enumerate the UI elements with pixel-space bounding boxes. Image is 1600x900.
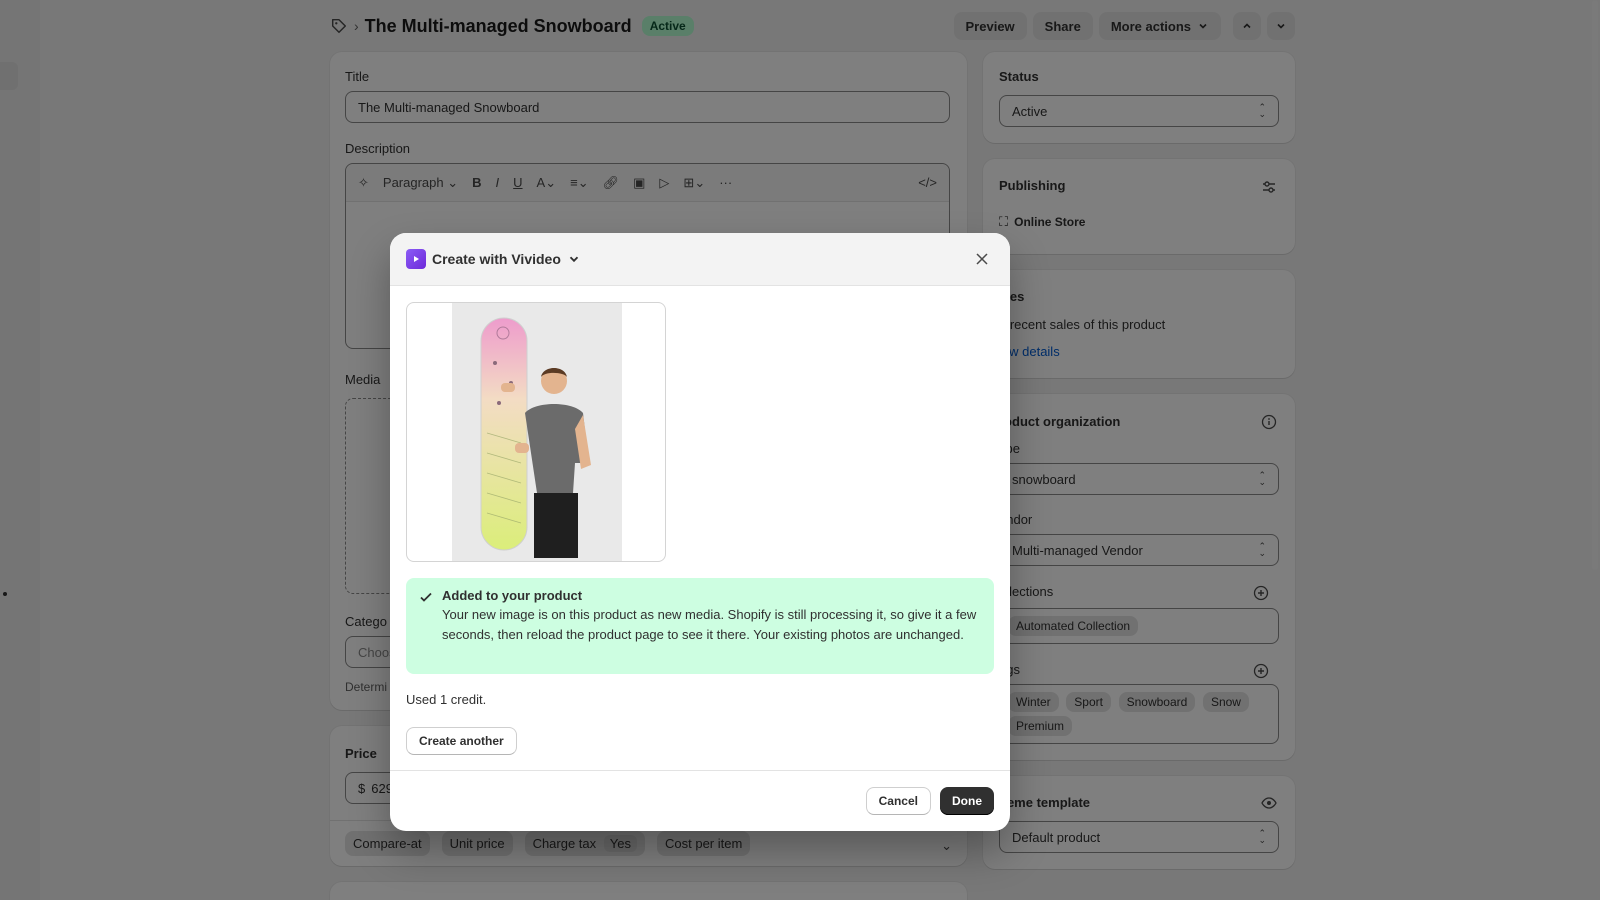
create-another-button[interactable]: Create another [406,727,517,755]
cancel-button[interactable]: Cancel [865,787,931,815]
banner-text: Your new image is on this product as new… [442,607,977,642]
generated-product-image [406,302,666,562]
create-with-vivideo-modal: Create with Vivideo Added to your produc… [390,233,1010,831]
success-banner: Added to your product Your new image is … [406,578,994,674]
done-button[interactable]: Done [940,787,994,815]
banner-content: Added to your product Your new image is … [442,588,982,664]
banner-title: Added to your product [442,588,583,603]
snowboard-person-image [452,303,622,561]
close-icon[interactable] [970,247,994,271]
modal-header: Create with Vivideo [390,233,1010,286]
vivideo-app-icon [406,249,426,269]
modal-footer: Cancel Done [390,770,1010,831]
modal-title[interactable]: Create with Vivideo [432,251,561,267]
credits-used-text: Used 1 credit. [406,692,487,707]
page-scrollbar[interactable] [1592,0,1598,570]
chevron-down-icon[interactable] [567,252,581,266]
checkmark-icon [420,592,432,602]
